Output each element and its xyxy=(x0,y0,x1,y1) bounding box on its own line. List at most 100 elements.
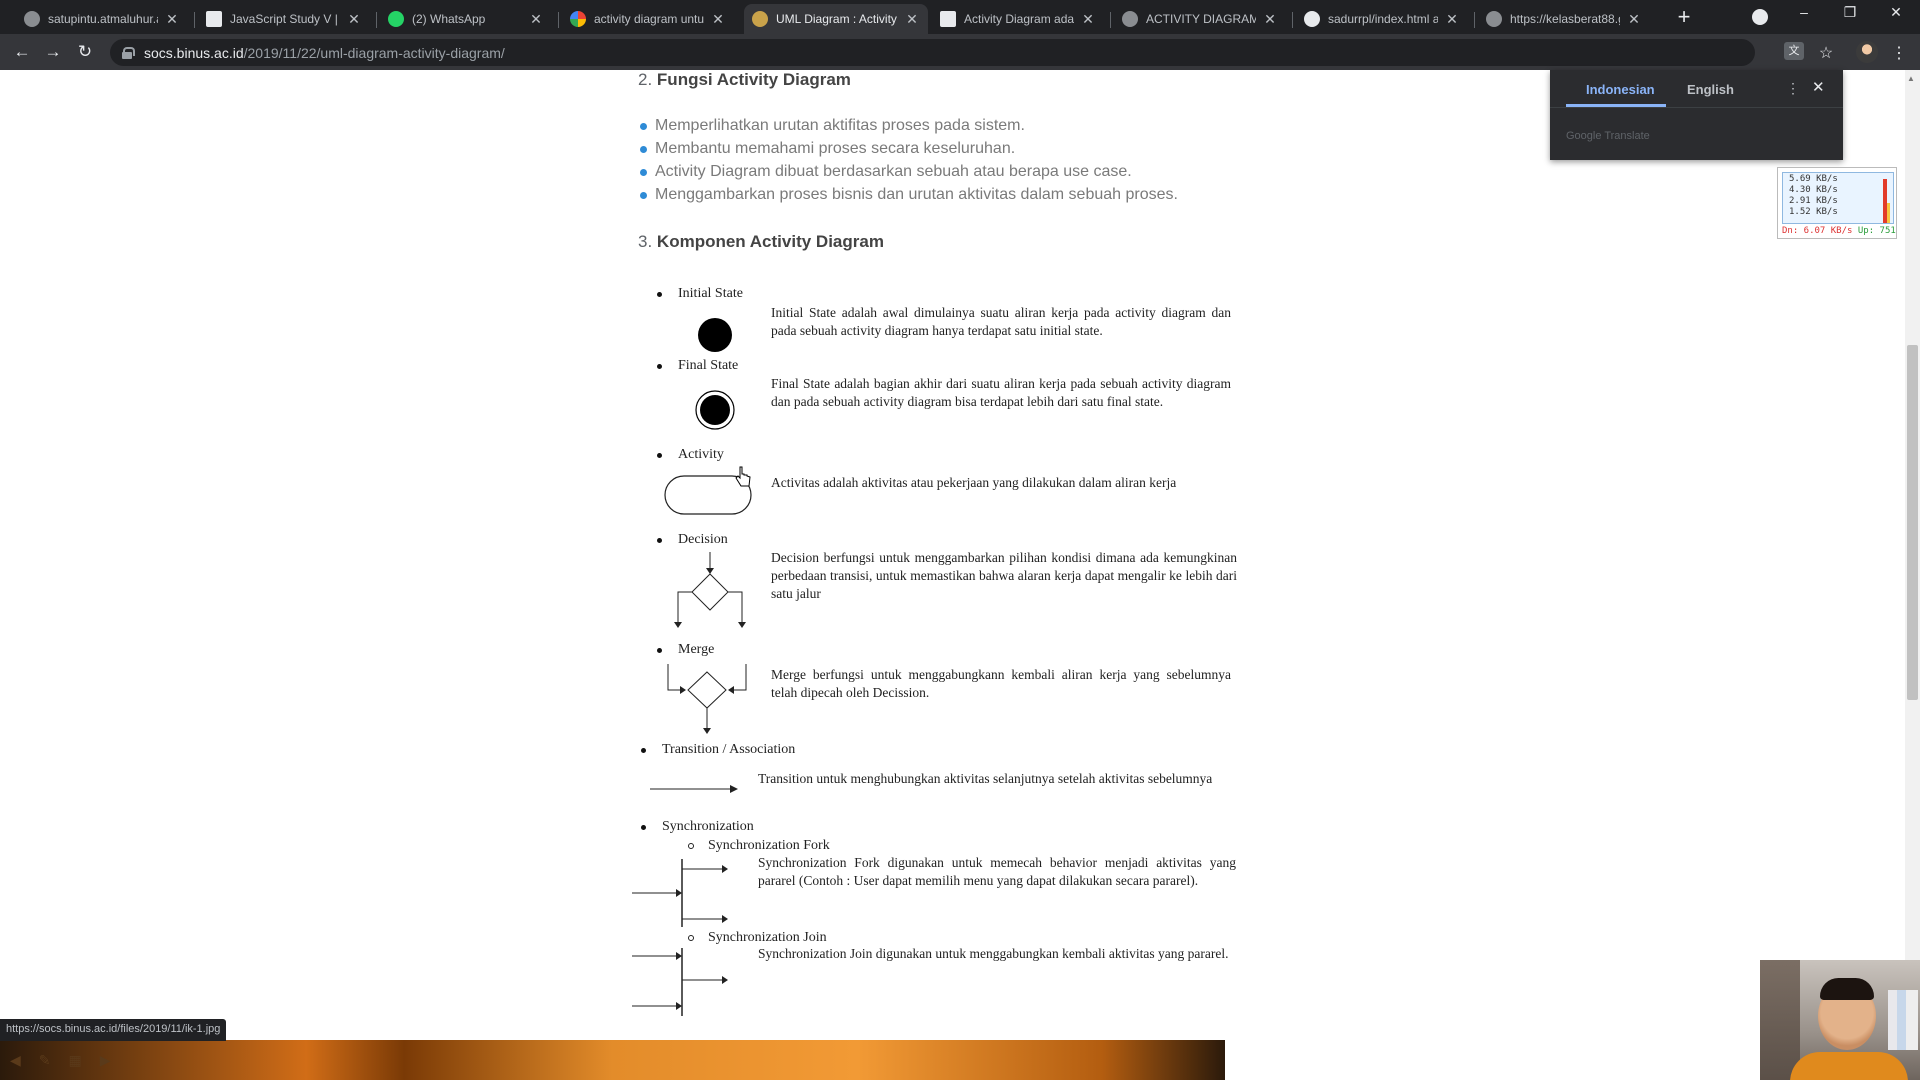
bullet-icon xyxy=(657,647,662,653)
translate-target-tab[interactable]: English xyxy=(1687,82,1734,97)
component-initial: Initial State xyxy=(657,286,743,302)
google-icon xyxy=(570,11,586,27)
globe-icon xyxy=(24,11,40,27)
tab-7[interactable]: sadurrpl/index.html at ✕ xyxy=(1296,4,1468,34)
tab-title: JavaScript Study V | Pa xyxy=(230,12,340,26)
tab-3[interactable]: activity diagram untuk ✕ xyxy=(562,4,734,34)
tab-search-icon[interactable] xyxy=(1752,9,1768,25)
translate-close-icon[interactable]: ✕ xyxy=(1812,78,1825,96)
close-tab-icon[interactable]: ✕ xyxy=(1262,11,1278,28)
component-final: Final State xyxy=(657,358,738,374)
bullet-icon xyxy=(657,537,662,543)
tab-separator xyxy=(558,12,559,28)
close-tab-icon[interactable]: ✕ xyxy=(346,11,362,28)
mail-icon xyxy=(940,11,956,27)
close-tab-icon[interactable]: ✕ xyxy=(528,11,544,28)
merge-diamond-icon xyxy=(667,664,747,734)
component-label: Initial State xyxy=(678,286,743,301)
window-close-button[interactable]: ✕ xyxy=(1882,4,1910,21)
profile-avatar[interactable] xyxy=(1856,41,1878,63)
scrollbar-thumb[interactable] xyxy=(1907,345,1918,700)
tab-separator xyxy=(1474,12,1475,28)
new-tab-button[interactable]: + xyxy=(1672,6,1696,28)
translate-brand: Google Translate xyxy=(1566,130,1650,142)
bullet-icon xyxy=(640,191,647,199)
translate-icon[interactable]: 文 xyxy=(1784,42,1804,60)
close-tab-icon[interactable]: ✕ xyxy=(164,11,180,28)
bullet-icon xyxy=(657,363,662,369)
translate-menu-icon[interactable]: ⋮ xyxy=(1786,80,1800,97)
restore-button[interactable]: ❐ xyxy=(1836,4,1864,21)
globe-icon xyxy=(1122,11,1138,27)
bullet-icon xyxy=(657,291,662,297)
link-status-bubble: https://socs.binus.ac.id/files/2019/11/i… xyxy=(0,1019,227,1041)
tab-1[interactable]: JavaScript Study V | Pa ✕ xyxy=(198,4,370,34)
bullet-icon xyxy=(641,747,646,753)
minimize-button[interactable]: – xyxy=(1790,4,1818,20)
browser-window: satupintu.atmaluhur.ac ✕ JavaScript Stud… xyxy=(0,0,1920,1080)
whatsapp-icon xyxy=(388,11,404,27)
address-bar[interactable]: socs.binus.ac.id/2019/11/22/uml-diagram-… xyxy=(110,39,1755,66)
bullet-text: Menggambarkan proses bisnis dan urutan a… xyxy=(655,186,1178,203)
component-label: Synchronization xyxy=(662,819,754,834)
tab-6[interactable]: ACTIVITY DIAGRAM ✕ xyxy=(1114,4,1286,34)
translate-source-tab[interactable]: Indonesian xyxy=(1586,82,1655,97)
rate-label: 5.69 KB/s xyxy=(1789,174,1838,184)
component-label: Synchronization Fork xyxy=(708,838,830,853)
site-icon xyxy=(752,11,768,27)
tab-8[interactable]: https://kelasberat88.g ✕ xyxy=(1478,4,1650,34)
reload-button[interactable]: ↻ xyxy=(73,42,97,62)
url-host: socs.binus.ac.id xyxy=(144,44,244,61)
tab-separator xyxy=(1110,12,1111,28)
rate-label: 2.91 KB/s xyxy=(1789,196,1838,206)
page-icon xyxy=(206,11,222,27)
tab-0[interactable]: satupintu.atmaluhur.ac ✕ xyxy=(16,4,188,34)
close-tab-icon[interactable]: ✕ xyxy=(1080,11,1096,28)
component-activity: Activity xyxy=(657,447,724,463)
component-label: Final State xyxy=(678,358,739,373)
tab-4-active[interactable]: UML Diagram : Activity ✕ xyxy=(744,4,928,34)
back-button[interactable]: ← xyxy=(10,42,34,62)
scroll-up-icon[interactable]: ▲ xyxy=(1907,74,1915,83)
lock-icon[interactable] xyxy=(122,46,135,59)
tab-separator xyxy=(194,12,195,28)
tab-strip: satupintu.atmaluhur.ac ✕ JavaScript Stud… xyxy=(0,0,1920,34)
component-label: Activity xyxy=(678,447,724,462)
close-tab-icon[interactable]: ✕ xyxy=(710,11,726,28)
translate-popup: Indonesian English ⋮ ✕ Google Translate xyxy=(1550,70,1843,160)
bullet-icon xyxy=(640,168,647,176)
close-tab-icon[interactable]: ✕ xyxy=(1626,11,1642,28)
component-desc: Final State adalah bagian akhir dari sua… xyxy=(771,376,1231,409)
list-item: Membantu memahami proses secara keseluru… xyxy=(640,140,1015,158)
download-rate: Dn: 6.07 KB/s xyxy=(1782,226,1853,236)
webcam-background xyxy=(1760,960,1800,1080)
bullet-text: Activity Diagram dibuat berdasarkan sebu… xyxy=(655,163,1132,180)
component-desc: Transition untuk menghubungkan aktivitas… xyxy=(758,771,1213,786)
tab-5[interactable]: Activity Diagram adal ✕ xyxy=(932,4,1104,34)
forward-button[interactable]: → xyxy=(41,42,65,62)
upload-bar xyxy=(1887,203,1890,223)
globe-icon xyxy=(1486,11,1502,27)
tab-title: activity diagram untuk xyxy=(594,12,704,26)
bookmark-star-icon[interactable]: ☆ xyxy=(1815,43,1837,63)
bullet-icon xyxy=(641,824,646,830)
page-content: 2. Fungsi Activity Diagram Memperlihatka… xyxy=(0,70,1920,1080)
component-synchronization: Synchronization xyxy=(641,819,754,835)
join-bar-icon xyxy=(632,948,728,1016)
webcam-person-hair xyxy=(1820,978,1874,1000)
tab-title: sadurrpl/index.html at xyxy=(1328,12,1438,26)
close-tab-icon[interactable]: ✕ xyxy=(1444,11,1460,28)
circle-bullet-icon xyxy=(688,843,694,849)
section-3-heading: 3. Komponen Activity Diagram xyxy=(638,232,884,252)
tab-title: ACTIVITY DIAGRAM xyxy=(1146,12,1256,26)
list-item: Activity Diagram dibuat berdasarkan sebu… xyxy=(640,163,1132,181)
video-overlay-strip xyxy=(0,1040,1225,1080)
tab-title: satupintu.atmaluhur.ac xyxy=(48,12,158,26)
component-desc: Initial State adalah awal dimulainya sua… xyxy=(771,305,1231,338)
bullet-icon xyxy=(640,145,647,153)
list-item: Memperlihatkan urutan aktifitas proses p… xyxy=(640,117,1025,135)
browser-menu-icon[interactable]: ⋮ xyxy=(1888,43,1910,63)
component-desc: Synchronization Fork digunakan untuk mem… xyxy=(758,855,1236,888)
tab-2[interactable]: (2) WhatsApp ✕ xyxy=(380,4,552,34)
close-tab-icon[interactable]: ✕ xyxy=(904,11,920,28)
